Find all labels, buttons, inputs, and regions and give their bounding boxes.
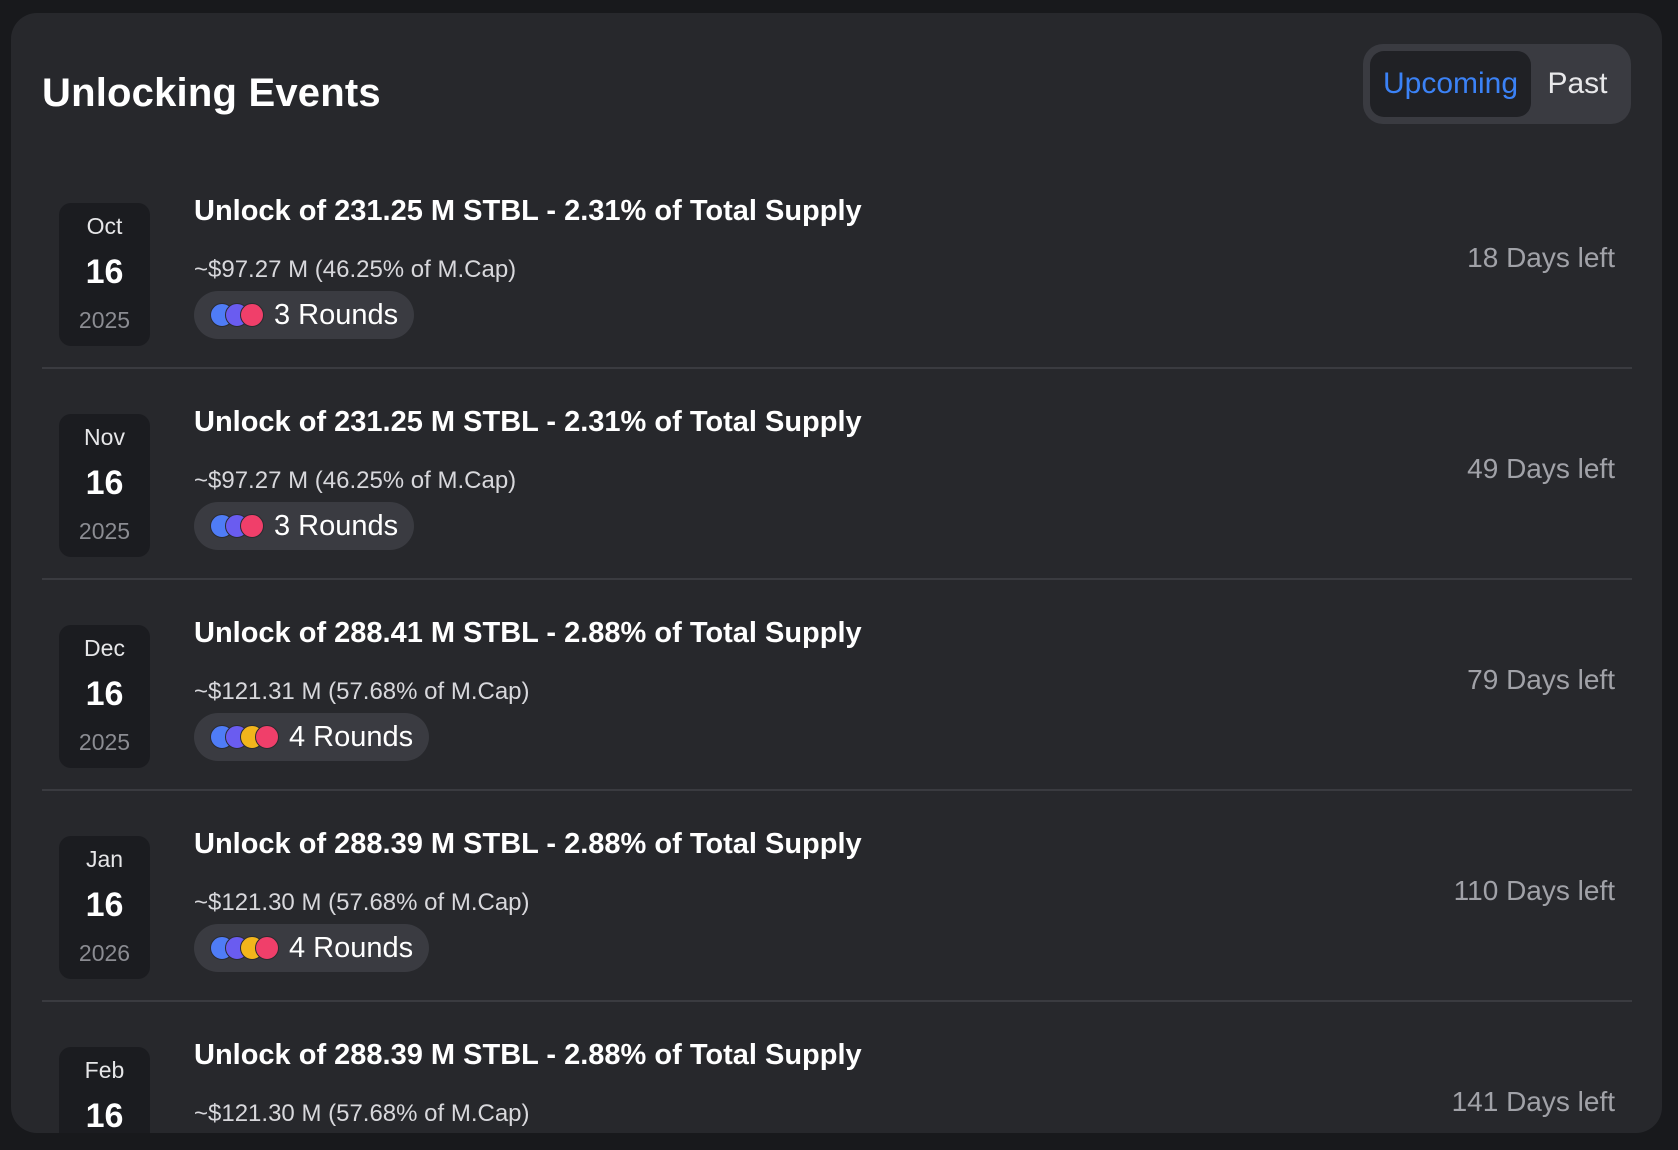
round-dots-icon xyxy=(210,514,264,538)
date-day: 16 xyxy=(85,675,124,713)
event-row[interactable]: Oct 16 2025 Unlock of 231.25 M STBL - 2.… xyxy=(42,158,1632,369)
tab-upcoming[interactable]: Upcoming xyxy=(1370,51,1531,117)
round-dots-icon xyxy=(210,725,279,749)
days-left: 49 Days left xyxy=(1467,453,1615,484)
rounds-badge[interactable]: 4 Rounds xyxy=(194,713,430,761)
date-month: Dec xyxy=(84,635,125,661)
round-dot xyxy=(240,514,264,538)
rounds-badge[interactable]: 4 Rounds xyxy=(194,924,430,972)
date-month: Jan xyxy=(85,846,124,872)
days-left: 110 Days left xyxy=(1453,875,1615,906)
events-list: Oct 16 2025 Unlock of 231.25 M STBL - 2.… xyxy=(42,158,1632,1133)
date-badge: Nov 16 2025 xyxy=(59,414,150,557)
event-value: ~$121.31 M (57.68% of M.Cap) xyxy=(194,678,530,705)
date-badge: Feb 16 xyxy=(59,1047,150,1133)
event-headline: Unlock of 231.25 M STBL - 2.31% of Total… xyxy=(194,195,862,227)
event-row[interactable]: Dec 16 2025 Unlock of 288.41 M STBL - 2.… xyxy=(42,580,1632,791)
tab-past[interactable]: Past xyxy=(1531,51,1624,117)
round-dot xyxy=(255,725,279,749)
section-title: Unlocking Events xyxy=(42,71,381,115)
days-left: 141 Days left xyxy=(1451,1086,1615,1117)
date-badge: Oct 16 2025 xyxy=(59,203,150,346)
round-dots-icon xyxy=(210,936,279,960)
event-value: ~$97.27 M (46.25% of M.Cap) xyxy=(194,467,517,494)
date-day: 16 xyxy=(85,253,124,291)
days-left: 18 Days left xyxy=(1467,242,1615,273)
date-month: Feb xyxy=(84,1057,125,1083)
days-left: 79 Days left xyxy=(1467,664,1615,695)
round-dot xyxy=(240,303,264,327)
rounds-label: 3 Rounds xyxy=(274,509,399,542)
rounds-label: 3 Rounds xyxy=(274,298,399,331)
date-day: 16 xyxy=(85,886,124,924)
date-year: 2025 xyxy=(78,729,131,755)
date-day: 16 xyxy=(85,464,124,502)
rounds-badge[interactable]: 3 Rounds xyxy=(194,291,415,339)
event-headline: Unlock of 288.41 M STBL - 2.88% of Total… xyxy=(194,617,862,649)
rounds-label: 4 Rounds xyxy=(289,931,414,964)
event-headline: Unlock of 288.39 M STBL - 2.88% of Total… xyxy=(194,1039,862,1071)
round-dots-icon xyxy=(210,303,264,327)
date-badge: Jan 16 2026 xyxy=(59,836,150,979)
rounds-badge[interactable]: 3 Rounds xyxy=(194,502,415,550)
date-month: Nov xyxy=(84,424,125,450)
date-year: 2025 xyxy=(78,518,131,544)
event-value: ~$121.30 M (57.68% of M.Cap) xyxy=(194,1100,530,1127)
date-month: Oct xyxy=(86,213,123,239)
event-value: ~$97.27 M (46.25% of M.Cap) xyxy=(194,256,517,283)
upcoming-past-toggle: Upcoming Past xyxy=(1363,44,1631,124)
event-headline: Unlock of 288.39 M STBL - 2.88% of Total… xyxy=(194,828,862,860)
event-row[interactable]: Jan 16 2026 Unlock of 288.39 M STBL - 2.… xyxy=(42,791,1632,1002)
unlocking-events-card: Unlocking Events Upcoming Past Oct 16 20… xyxy=(11,13,1662,1133)
event-row[interactable]: Feb 16 Unlock of 288.39 M STBL - 2.88% o… xyxy=(42,1002,1632,1133)
date-year: 2026 xyxy=(78,940,131,966)
date-day: 16 xyxy=(85,1097,124,1133)
event-value: ~$121.30 M (57.68% of M.Cap) xyxy=(194,889,530,916)
event-row[interactable]: Nov 16 2025 Unlock of 231.25 M STBL - 2.… xyxy=(42,369,1632,580)
date-badge: Dec 16 2025 xyxy=(59,625,150,768)
round-dot xyxy=(255,936,279,960)
event-headline: Unlock of 231.25 M STBL - 2.31% of Total… xyxy=(194,406,862,438)
date-year: 2025 xyxy=(78,307,131,333)
rounds-label: 4 Rounds xyxy=(289,720,414,753)
